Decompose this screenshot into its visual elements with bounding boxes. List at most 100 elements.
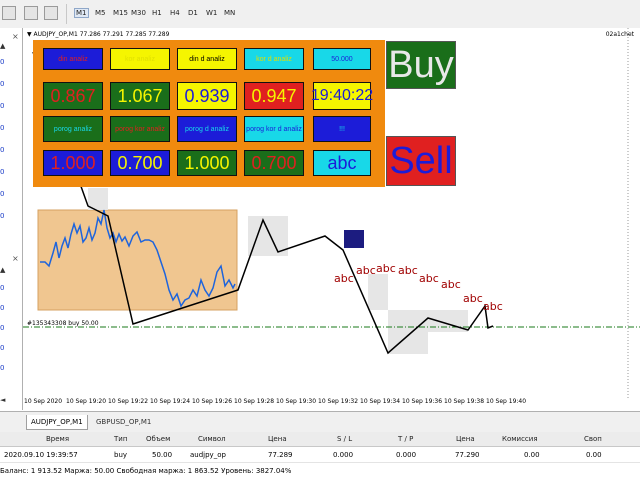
list-item[interactable]: 0 [0,284,4,292]
abc-label: abc [419,272,439,285]
navigator-panel: × ▲ 0 0 0 0 0 0 0 0 × ▲ 0 0 0 0 0 ◄ [0,28,23,410]
timeframe-w1[interactable]: W1 [206,9,217,17]
trade-table: Время Тип Объем Символ Цена S / L T / P … [0,432,640,480]
cell-sl: 0.000 [333,451,354,459]
value-abc: abc [313,150,371,176]
x-tick-label: 10 Sep 19:40 [486,398,527,405]
buy-button[interactable]: Buy [386,41,456,89]
x-tick-label: 10 Sep 19:28 [234,398,275,405]
new-chart-icon[interactable] [2,6,16,20]
zoom-in-icon[interactable] [24,6,38,20]
col-symbol[interactable]: Символ [198,435,226,443]
x-tick-label: 10 Sep 19:38 [444,398,485,405]
label-threshold-value[interactable]: 50.000 [313,48,371,70]
timeframe-m15[interactable]: M15 [113,9,128,17]
value-din-d-analiz: 0.939 [177,82,237,110]
label-porog-kor-analiz[interactable]: porog kor analiz [110,116,170,142]
abc-label: abc [398,264,418,277]
scroll-up-icon[interactable]: ▲ [0,42,5,50]
cell-symbol: audjpy_op [190,451,226,459]
list-item[interactable]: 0 [0,344,4,352]
timeframe-mn[interactable]: MN [224,9,235,17]
label-porog-d-analiz[interactable]: porog d analiz [177,116,237,142]
value-kor-d-analiz: 0.947 [244,82,304,110]
list-item[interactable]: 0 [0,304,4,312]
col-swap[interactable]: Своп [584,435,602,443]
x-tick-label: 10 Sep 19:26 [192,398,233,405]
list-item[interactable]: 0 [0,124,4,132]
selection-range [37,209,238,311]
col-commission[interactable]: Комиссия [502,435,538,443]
sell-button[interactable]: Sell [386,136,456,186]
cell-tp: 0.000 [396,451,417,459]
col-tp[interactable]: T / P [398,435,413,443]
tab-audjpy[interactable]: AUDJPY_OP,M1 [26,415,88,430]
abc-label: abc [376,262,396,275]
abc-label: abc [356,264,376,277]
order-label: #135343308 buy 50.00 [27,320,99,327]
timeframe-m30[interactable]: M30 [131,9,146,17]
list-item[interactable]: 0 [0,190,4,198]
x-tick-label: 10 Sep 19:34 [360,398,401,405]
x-tick-label: 10 Sep 2020 [24,398,63,405]
list-item[interactable]: 0 [0,364,4,372]
scroll-up-icon[interactable]: ▲ [0,266,5,274]
label-kor-d-analiz[interactable]: kor d analiz [244,48,304,70]
col-cur-price[interactable]: Цена [456,435,475,443]
list-item[interactable]: 0 [0,58,4,66]
abc-label: abc [463,292,483,305]
label-marker[interactable]: !!! [313,116,371,142]
timeframe-h1[interactable]: H1 [152,9,162,17]
label-din-d-analiz[interactable]: din d analiz [177,48,237,70]
list-item[interactable]: 0 [0,212,4,220]
cell-type: buy [114,451,128,459]
chart-name: 02a1chet [605,31,634,38]
value-din-analiz: 0.867 [43,82,103,110]
cell-volume: 50.00 [152,451,173,459]
scroll-left-icon[interactable]: ◄ [0,396,5,404]
label-kor-analiz[interactable]: kor analiz [110,48,170,70]
timeframe-m1[interactable]: M1 [74,8,89,18]
abc-label: abc [334,272,354,285]
account-summary: Баланс: 1 913.52 Маржа: 50.00 Свободная … [0,467,292,475]
close-icon[interactable]: × [12,254,19,263]
zoom-out-icon[interactable] [44,6,58,20]
tab-gbpusd[interactable]: GBPUSD_OP,M1 [92,415,155,429]
shade-box [368,274,388,310]
label-porog-analiz[interactable]: porog analiz [43,116,103,142]
timeframe-d1[interactable]: D1 [188,9,198,17]
x-tick-label: 10 Sep 19:30 [276,398,317,405]
timeframe-h4[interactable]: H4 [170,9,180,17]
value-kor-analiz: 1.067 [110,82,170,110]
timeframe-m5[interactable]: M5 [95,9,106,17]
x-tick-label: 10 Sep 19:22 [108,398,149,405]
table-row[interactable]: 2020.09.10 19:39:57 buy 50.00 audjpy_op … [0,448,640,463]
col-price[interactable]: Цена [268,435,287,443]
abc-label: abc [441,278,461,291]
list-item[interactable]: 0 [0,102,4,110]
value-porog-kor-analiz: 0.700 [110,150,170,176]
col-volume[interactable]: Объем [146,435,170,443]
list-item[interactable]: 0 [0,80,4,88]
cell-price: 77.289 [268,451,293,459]
value-porog-kor-d-analiz: 0.700 [244,150,304,176]
label-porog-kor-d-analiz[interactable]: porog kor d analiz [244,116,304,142]
label-din-analiz[interactable]: din analiz [43,48,103,70]
list-item[interactable]: 0 [0,146,4,154]
col-time[interactable]: Время [46,435,69,443]
x-tick-label: 10 Sep 19:20 [66,398,107,405]
cell-time: 2020.09.10 19:39:57 [4,451,78,459]
list-item[interactable]: 0 [0,324,4,332]
col-sl[interactable]: S / L [337,435,352,443]
table-header: Время Тип Объем Символ Цена S / L T / P … [0,432,640,447]
indicator-panel: din analiz kor analiz din d analiz kor d… [33,40,385,187]
abc-label: abc [483,300,503,313]
col-type[interactable]: Тип [114,435,127,443]
x-tick-label: 10 Sep 19:24 [150,398,191,405]
chart-title: ▼ AUDJPY_OP,M1 77.286 77.291 77.285 77.2… [27,31,170,38]
cell-cur-price: 77.290 [455,451,480,459]
list-item[interactable]: 0 [0,168,4,176]
close-icon[interactable]: × [12,32,19,41]
cell-swap: 0.00 [586,451,602,459]
x-tick-label: 10 Sep 19:32 [318,398,359,405]
